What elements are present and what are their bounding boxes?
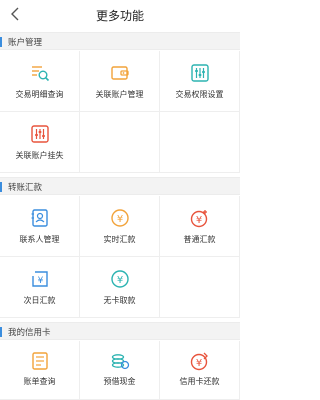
card-repay-icon: ¥ [190,351,210,371]
menu-item-label: 无卡取款 [103,296,136,305]
menu-item-transaction-query[interactable]: 交易明细查询 [0,51,80,112]
grid-empty-cell [80,112,160,173]
menu-item-label: 联系人管理 [19,235,60,244]
section-accent-bar [0,182,2,192]
menu-item-linked-account[interactable]: 关联账户管理 [80,51,160,112]
menu-item-label: 关联账户挂失 [15,151,64,160]
menu-item-normal-transfer[interactable]: ¥ 普通汇款 [160,196,240,257]
section-header-account: 账户管理 [0,32,240,50]
menu-item-contacts[interactable]: 联系人管理 [0,196,80,257]
menu-item-label: 预借现金 [103,377,136,386]
menu-item-permission-settings[interactable]: 交易权限设置 [160,51,240,112]
menu-item-cash-advance[interactable]: 预借现金 [80,341,160,400]
svg-text:¥: ¥ [196,358,202,369]
normal-transfer-icon: ¥ [190,208,210,228]
menu-item-next-day-transfer[interactable]: ¥ 次日汇款 [0,257,80,318]
menu-item-bill-query[interactable]: 账单查询 [0,341,80,400]
menu-item-label: 关联账户管理 [95,90,144,99]
svg-text:¥: ¥ [196,215,202,226]
grid-account: 交易明细查询 关联账户管理 交易权限设置 关联账户挂失 [0,51,240,173]
menu-item-card-repay[interactable]: ¥ 信用卡还款 [160,341,240,400]
grid-transfer: 联系人管理 ¥ 实时汇款 ¥ 普通汇款 ¥ 次日汇款 ¥ 无卡取款 [0,196,240,318]
menu-item-label: 普通汇款 [183,235,216,244]
menu-item-label: 信用卡还款 [179,377,220,386]
cash-advance-icon [110,351,130,371]
settings-sliders-icon [190,63,210,83]
menu-item-label: 实时汇款 [103,235,136,244]
section-title: 转账汇款 [8,182,43,192]
section-accent-bar [0,37,2,47]
bill-query-icon [30,351,50,371]
menu-item-label: 交易明细查询 [15,90,64,99]
grid-empty-cell [160,257,240,318]
realtime-transfer-icon: ¥ [110,208,130,228]
header-bar: 更多功能 [0,0,240,28]
grid-credit-card: 账单查询 预借现金 ¥ 信用卡还款 [0,341,240,400]
menu-item-realtime-transfer[interactable]: ¥ 实时汇款 [80,196,160,257]
grid-empty-cell [160,112,240,173]
wallet-icon [110,63,130,83]
menu-item-cardless-withdraw[interactable]: ¥ 无卡取款 [80,257,160,318]
section-header-credit-card: 我的信用卡 [0,322,240,340]
menu-item-label: 交易权限设置 [175,90,224,99]
menu-item-label: 账单查询 [23,377,56,386]
svg-text:¥: ¥ [117,275,123,286]
report-loss-icon [30,124,50,144]
svg-text:¥: ¥ [38,276,44,286]
section-title: 账户管理 [8,37,43,47]
section-accent-bar [0,327,2,337]
contact-icon [30,208,50,228]
menu-item-report-loss[interactable]: 关联账户挂失 [0,112,80,173]
menu-item-label: 次日汇款 [23,296,56,305]
section-header-transfer: 转账汇款 [0,177,240,195]
page-title: 更多功能 [95,9,144,23]
detail-search-icon [30,63,50,83]
cardless-withdraw-icon: ¥ [110,269,130,289]
next-day-transfer-icon: ¥ [30,269,50,289]
section-title: 我的信用卡 [8,327,51,337]
svg-text:¥: ¥ [117,214,123,225]
